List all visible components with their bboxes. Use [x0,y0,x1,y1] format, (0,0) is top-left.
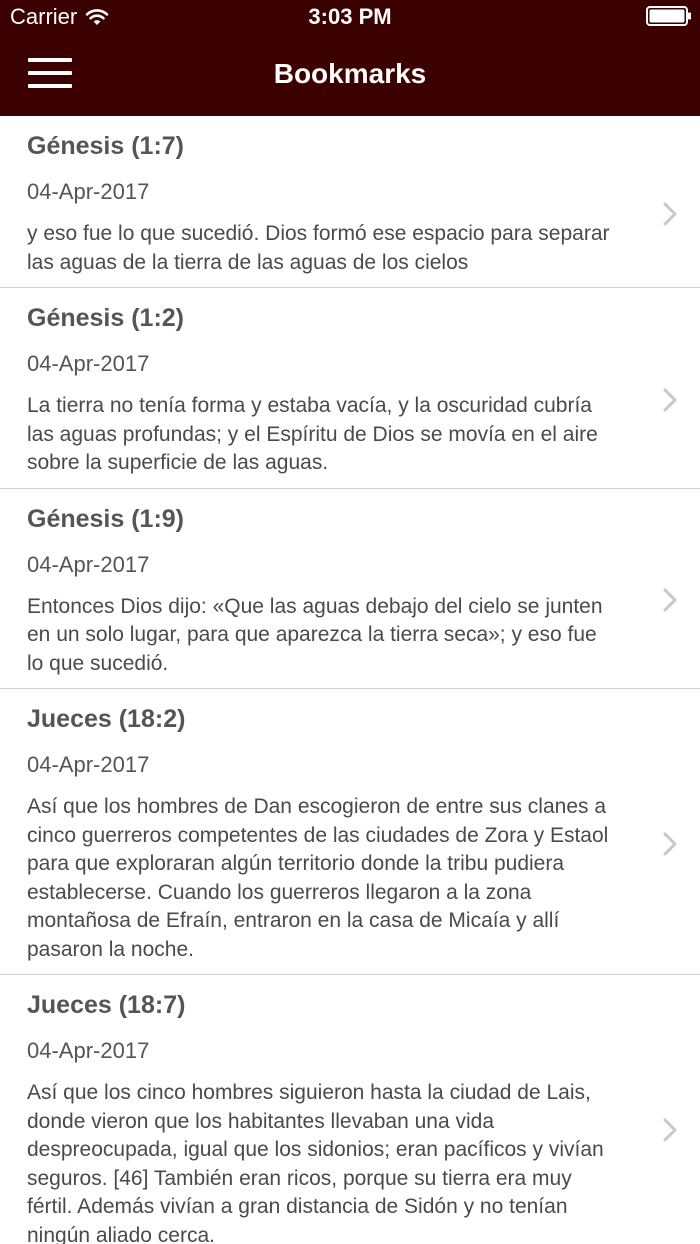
bookmark-verse-text: Así que los cinco hombres siguieron hast… [27,1081,604,1244]
bookmark-item-genesis-1-9[interactable]: Génesis (1:9) 04-Apr-2017 Entonces Dios … [0,489,700,689]
bookmark-item-genesis-1-7[interactable]: Génesis (1:7) 04-Apr-2017 y eso fue lo q… [0,116,700,288]
bookmark-date: 04-Apr-2017 [27,351,150,376]
bookmark-list[interactable]: Génesis (1:7) 04-Apr-2017 y eso fue lo q… [0,116,700,1244]
bookmark-item-jueces-18-7[interactable]: Jueces (18:7) 04-Apr-2017 Así que los ci… [0,975,700,1244]
bookmark-title: Génesis (1:9) [27,504,185,533]
bookmark-date: 04-Apr-2017 [27,551,150,577]
status-bar: Carrier 3:03 PM [0,0,700,34]
bookmark-date: 04-Apr-2017 [27,179,150,204]
bookmark-item-genesis-1-2[interactable]: Génesis (1:2) 04-Apr-2017 La tierra no t… [0,288,700,489]
bookmark-item-jueces-18-2[interactable]: Jueces (18:2) 04-Apr-2017 Así que los ho… [0,689,700,975]
bookmark-title: Génesis (1:7) [27,132,185,160]
bookmarks-screen: Carrier 3:03 PM Bookmarks Génesis (1:7) … [0,0,700,1244]
chevron-right-icon [663,1118,677,1141]
app-header: Carrier 3:03 PM Bookmarks [0,0,700,116]
chevron-right-icon [663,832,677,855]
bookmark-verse-text: Así que los hombres de Dan escogieron de… [27,795,609,961]
bookmark-title: Génesis (1:2) [27,304,185,332]
bookmark-verse-text: y eso fue lo que sucedió. Dios formó ese… [27,222,610,274]
chevron-right-icon [663,202,677,225]
chevron-right-icon [663,388,677,412]
bookmark-title: Jueces (18:2) [27,705,186,733]
chevron-right-icon [663,588,677,612]
bookmark-verse-text: Entonces Dios dijo: «Que las aguas debaj… [27,594,603,675]
battery-icon [646,6,691,26]
bookmark-date: 04-Apr-2017 [27,752,150,777]
bookmark-date: 04-Apr-2017 [27,1038,150,1063]
page-title: Bookmarks [273,58,427,89]
status-time: 3:03 PM [308,4,392,29]
bookmark-title: Jueces (18:7) [27,991,186,1019]
navigation-bar: Bookmarks [0,34,700,116]
bookmark-verse-text: La tierra no tenía forma y estaba vacía,… [27,394,598,474]
